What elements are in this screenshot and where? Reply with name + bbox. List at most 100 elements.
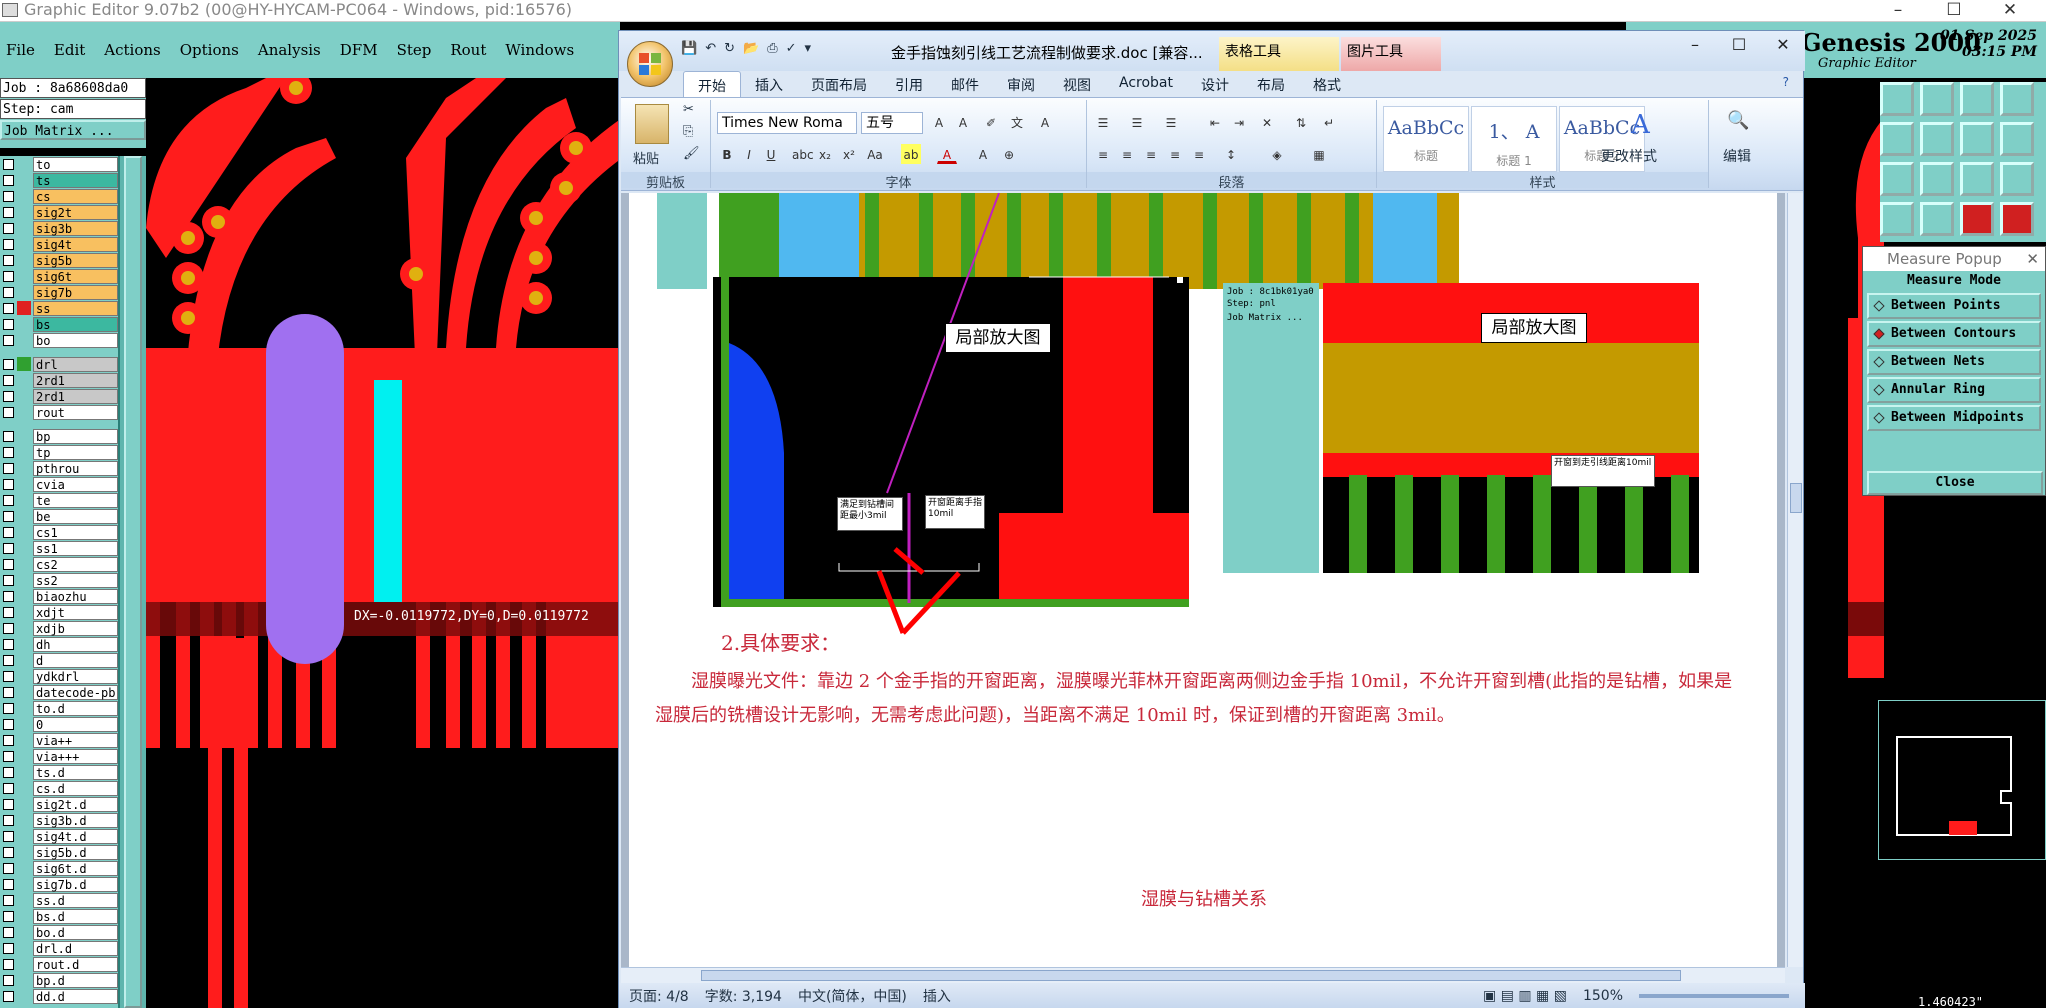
layer-row[interactable]: te bbox=[0, 492, 118, 508]
layer-row[interactable]: xdjt bbox=[0, 604, 118, 620]
layer-checkbox[interactable] bbox=[3, 390, 14, 402]
layer-row[interactable]: d bbox=[0, 652, 118, 668]
measure-tool-icon[interactable] bbox=[2000, 202, 2034, 236]
job-matrix-button[interactable]: Job Matrix ... bbox=[0, 120, 146, 140]
char-shading-icon[interactable]: A bbox=[973, 144, 993, 164]
layer-row[interactable]: via+++ bbox=[0, 748, 118, 764]
layer-checkbox[interactable] bbox=[3, 878, 14, 890]
edit-button[interactable]: 编辑 bbox=[1723, 146, 1751, 166]
copy-icon[interactable]: ⎘ bbox=[683, 124, 693, 139]
font-color-icon[interactable]: A bbox=[937, 144, 957, 164]
layer-row[interactable]: rout bbox=[0, 404, 118, 420]
layer-row[interactable]: ts bbox=[0, 172, 118, 188]
layer-row[interactable]: pthrou bbox=[0, 460, 118, 476]
layer-checkbox[interactable] bbox=[3, 734, 14, 746]
layer-checkbox[interactable] bbox=[3, 358, 14, 370]
option-between-points[interactable]: Between Points bbox=[1867, 293, 2041, 319]
layer-checkbox[interactable] bbox=[3, 478, 14, 490]
save-icon[interactable]: 💾 bbox=[681, 41, 697, 56]
paste-icon[interactable] bbox=[635, 104, 669, 144]
layer-checkbox[interactable] bbox=[3, 318, 14, 330]
layer-row[interactable]: tp bbox=[0, 444, 118, 460]
tab-view[interactable]: 视图 bbox=[1049, 71, 1105, 97]
bold-icon[interactable]: B bbox=[717, 144, 737, 164]
tab-format[interactable]: 格式 bbox=[1299, 71, 1355, 97]
close-icon[interactable]: ✕ bbox=[1982, 0, 2038, 22]
layer-row[interactable]: bp bbox=[0, 428, 118, 444]
layer-row[interactable]: ss1 bbox=[0, 540, 118, 556]
layer-checkbox[interactable] bbox=[3, 558, 14, 570]
layer-row[interactable]: cs2 bbox=[0, 556, 118, 572]
cut-icon[interactable]: ✂ bbox=[683, 102, 694, 117]
layer-checkbox[interactable] bbox=[3, 846, 14, 858]
layer-checkbox[interactable] bbox=[3, 302, 14, 314]
option-annular-ring[interactable]: Annular Ring bbox=[1867, 377, 2041, 403]
measure-close-button[interactable]: Close bbox=[1867, 471, 2043, 495]
tool-button[interactable] bbox=[1920, 122, 1954, 156]
option-between-midpoints[interactable]: Between Midpoints bbox=[1867, 405, 2041, 431]
layer-checkbox[interactable] bbox=[3, 926, 14, 938]
tool-button[interactable] bbox=[1920, 162, 1954, 196]
status-words[interactable]: 字数: 3,194 bbox=[705, 986, 782, 1006]
help-icon[interactable]: ? bbox=[1769, 71, 1803, 97]
status-zoom[interactable]: 150% bbox=[1583, 988, 1623, 1004]
paste-button[interactable]: 粘贴 bbox=[633, 148, 659, 167]
layer-row[interactable]: sig3b.d bbox=[0, 812, 118, 828]
layer-checkbox[interactable] bbox=[3, 430, 14, 442]
layer-checkbox[interactable] bbox=[3, 942, 14, 954]
minimize-icon[interactable]: – bbox=[1673, 31, 1717, 61]
close-icon[interactable]: ✕ bbox=[2026, 247, 2039, 271]
layer-row[interactable]: 2rd1 bbox=[0, 372, 118, 388]
layer-checkbox[interactable] bbox=[3, 766, 14, 778]
layer-checkbox[interactable] bbox=[3, 510, 14, 522]
maximize-icon[interactable]: ☐ bbox=[1926, 0, 1982, 22]
layer-row[interactable]: drl bbox=[0, 356, 118, 372]
layer-checkbox[interactable] bbox=[3, 798, 14, 810]
layer-checkbox[interactable] bbox=[3, 782, 14, 794]
status-page[interactable]: 页面: 4/8 bbox=[629, 986, 689, 1006]
layer-row[interactable]: drl.d bbox=[0, 940, 118, 956]
layer-checkbox[interactable] bbox=[3, 814, 14, 826]
layer-checkbox[interactable] bbox=[3, 494, 14, 506]
document-page[interactable]: Job : 8c1bk01ya0 Step: pnl Job Matrix ..… bbox=[629, 193, 1777, 967]
borders-icon[interactable]: ▦ bbox=[1309, 144, 1329, 164]
document-area[interactable]: Job : 8c1bk01ya0 Step: pnl Job Matrix ..… bbox=[621, 193, 1785, 967]
layer-checkbox[interactable] bbox=[3, 750, 14, 762]
layer-checkbox[interactable] bbox=[3, 190, 14, 202]
layer-row[interactable]: sig6t bbox=[0, 268, 118, 284]
layer-checkbox[interactable] bbox=[3, 222, 14, 234]
layer-checkbox[interactable] bbox=[3, 590, 14, 602]
tool-button[interactable] bbox=[2000, 82, 2034, 116]
menu-edit[interactable]: Edit bbox=[54, 41, 85, 59]
status-language[interactable]: 中文(简体，中国) bbox=[798, 986, 907, 1006]
customize-qat-icon[interactable]: ▾ bbox=[805, 41, 812, 56]
line-spacing-icon[interactable]: ↕ bbox=[1221, 144, 1241, 164]
layer-checkbox[interactable] bbox=[3, 254, 14, 266]
change-styles-icon[interactable]: A bbox=[1631, 110, 1650, 140]
layer-checkbox[interactable] bbox=[3, 526, 14, 538]
layer-checkbox[interactable] bbox=[3, 446, 14, 458]
layer-checkbox[interactable] bbox=[3, 374, 14, 386]
menu-dfm[interactable]: DFM bbox=[340, 41, 378, 59]
layer-checkbox[interactable] bbox=[3, 238, 14, 250]
status-insert-mode[interactable]: 插入 bbox=[923, 986, 951, 1006]
layer-row[interactable]: sig4t.d bbox=[0, 828, 118, 844]
layer-row[interactable]: ydkdrl bbox=[0, 668, 118, 684]
zoom-slider[interactable] bbox=[1639, 994, 1789, 998]
layer-row[interactable]: via++ bbox=[0, 732, 118, 748]
layer-row[interactable]: xdjb bbox=[0, 620, 118, 636]
layer-row[interactable]: datecode-pb bbox=[0, 684, 118, 700]
measure-tool-icon[interactable] bbox=[1960, 202, 1994, 236]
layer-checkbox[interactable] bbox=[3, 462, 14, 474]
tool-button[interactable] bbox=[1920, 82, 1954, 116]
maximize-icon[interactable]: ☐ bbox=[1717, 31, 1761, 61]
minimize-icon[interactable]: – bbox=[1870, 0, 1926, 22]
grow-font-icon[interactable]: A bbox=[929, 112, 949, 132]
tab-home[interactable]: 开始 bbox=[683, 71, 741, 97]
layer-checkbox[interactable] bbox=[3, 894, 14, 906]
tool-button[interactable] bbox=[1880, 202, 1914, 236]
tool-button[interactable] bbox=[1920, 202, 1954, 236]
layer-checkbox[interactable] bbox=[3, 830, 14, 842]
layer-row[interactable]: biaozhu bbox=[0, 588, 118, 604]
align-left-icon[interactable]: ≡ bbox=[1093, 144, 1113, 164]
